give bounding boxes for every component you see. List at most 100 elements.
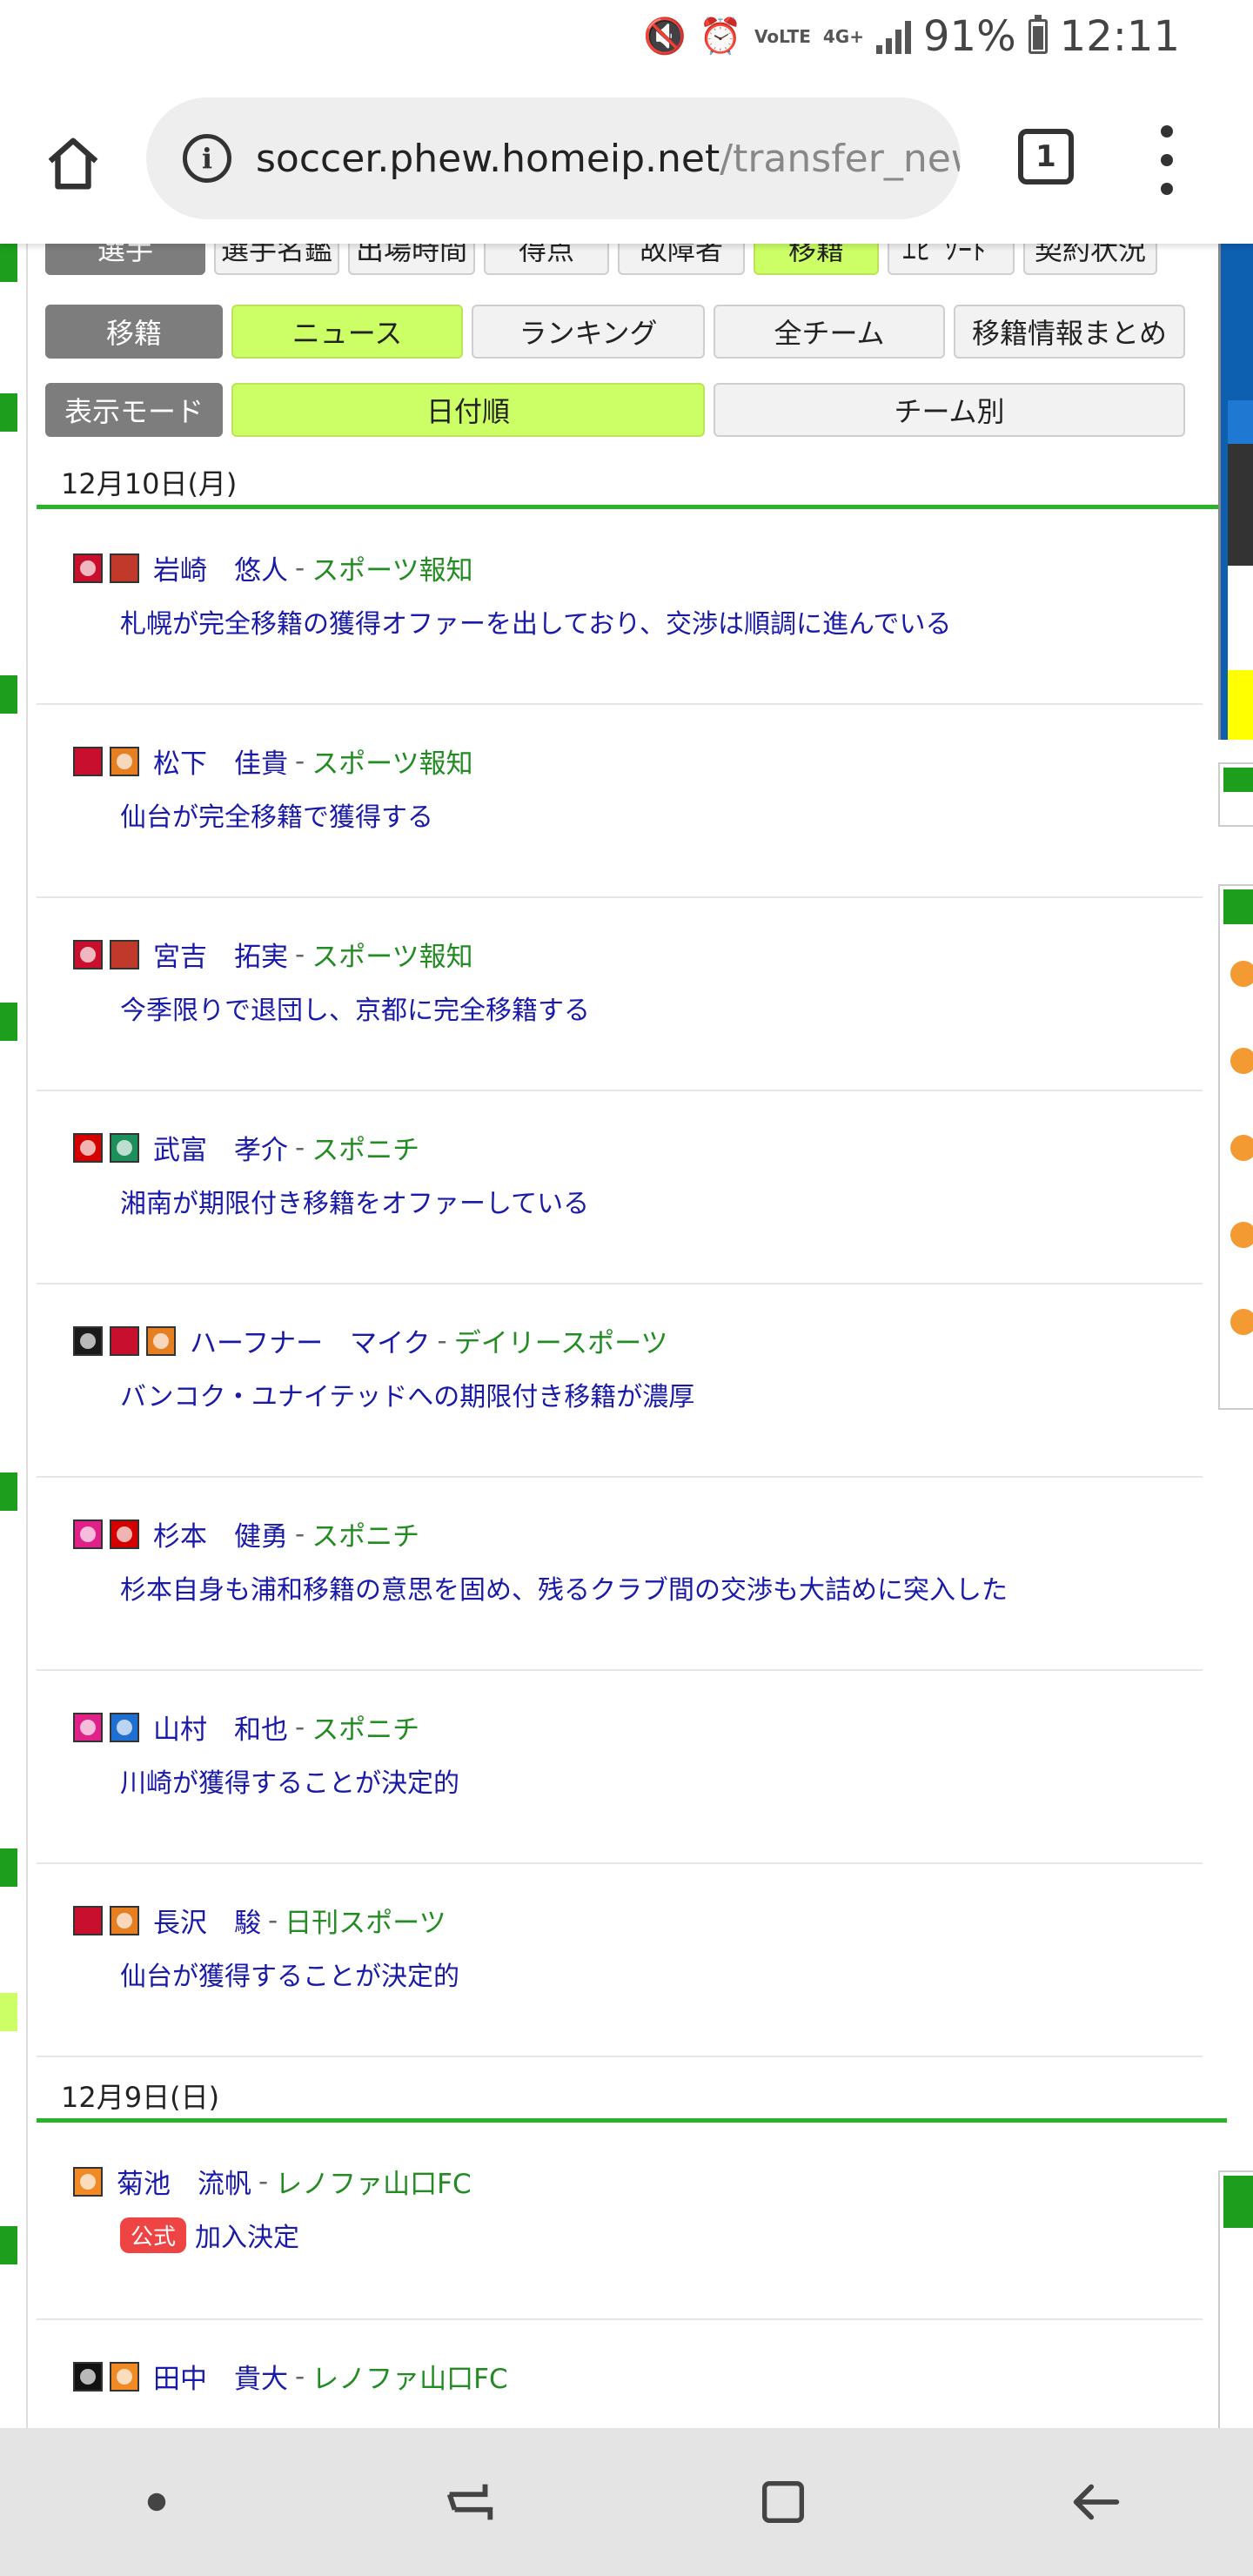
team-icon bbox=[73, 2166, 103, 2197]
nav-all-teams[interactable]: 全チーム bbox=[714, 305, 945, 359]
news-item[interactable]: 宮吉 拓実 - スポーツ報知 今季限りで退団し、京都に完全移籍する bbox=[37, 898, 1203, 1091]
news-summary[interactable]: 湘南が期限付き移籍をオファーしている bbox=[120, 1182, 589, 1220]
team-icon bbox=[73, 1519, 103, 1549]
recent-apps-button[interactable] bbox=[418, 2450, 522, 2554]
nav-ranking[interactable]: ランキング bbox=[472, 305, 705, 359]
alarm-icon: ⏰ bbox=[699, 17, 743, 57]
news-summary[interactable]: 今季限りで退団し、京都に完全移籍する bbox=[120, 989, 590, 1027]
news-item[interactable]: 長沢 駿 - 日刊スポーツ 仙台が獲得することが決定的 bbox=[37, 1864, 1203, 2057]
news-summary[interactable]: バンコク・ユナイテッドへの期限付き移籍が濃厚 bbox=[120, 1375, 694, 1413]
news-source[interactable]: レノファ山口FC bbox=[275, 2162, 471, 2201]
banner-part bbox=[1228, 566, 1253, 670]
news-source[interactable]: スポーツ報知 bbox=[312, 935, 472, 974]
news-item[interactable]: 山村 和也 - スポニチ 川崎が獲得することが決定的 bbox=[37, 1671, 1203, 1864]
box-header bbox=[1223, 889, 1253, 924]
news-summary[interactable]: 杉本自身も浦和移籍の意思を固め、残るクラブ間の交渉も大詰めに突入した bbox=[120, 1568, 1008, 1607]
player-name-link[interactable]: 松下 佳貴 bbox=[153, 741, 288, 781]
news-source[interactable]: 日刊スポーツ bbox=[285, 1901, 446, 1940]
rail-marker bbox=[0, 1993, 17, 2031]
news-item[interactable]: 武富 孝介 - スポニチ 湘南が期限付き移籍をオファーしている bbox=[37, 1091, 1203, 1285]
menu-dot bbox=[1161, 154, 1173, 166]
nav-transfer-summary[interactable]: 移籍情報まとめ bbox=[954, 305, 1185, 359]
nav-dot-button[interactable] bbox=[104, 2450, 209, 2554]
browser-menu-button[interactable] bbox=[1149, 125, 1185, 195]
news-summary[interactable]: 仙台が獲得することが決定的 bbox=[120, 1955, 459, 1993]
player-name-link[interactable]: 武富 孝介 bbox=[153, 1128, 288, 1167]
team-icon bbox=[110, 1905, 139, 1935]
news-summary[interactable]: 公式 加入決定 bbox=[120, 2216, 299, 2254]
separator: - bbox=[295, 1711, 305, 1743]
player-name-link[interactable]: 宮吉 拓実 bbox=[153, 935, 288, 974]
nav-player-directory[interactable]: 選手名鑑 bbox=[214, 244, 339, 275]
player-name-link[interactable]: 長沢 駿 bbox=[153, 1901, 261, 1940]
news-source[interactable]: スポニチ bbox=[312, 1514, 419, 1553]
mode-by-team[interactable]: チーム別 bbox=[714, 383, 1185, 437]
date-header: 12月10日(月) bbox=[37, 466, 1227, 509]
player-name-link[interactable]: 岩崎 悠人 bbox=[153, 548, 288, 587]
news-text: 仙台が完全移籍で獲得する bbox=[120, 802, 433, 833]
mode-by-date[interactable]: 日付順 bbox=[231, 383, 705, 437]
nav-goals[interactable]: 得点 bbox=[484, 244, 609, 275]
news-summary[interactable]: 札幌が完全移籍の獲得オファーを出しており、交渉は順調に進んでいる bbox=[120, 602, 952, 641]
news-source[interactable]: スポニチ bbox=[312, 1128, 419, 1167]
dot-icon bbox=[147, 2492, 166, 2512]
news-source[interactable]: デイリースポーツ bbox=[454, 1321, 668, 1360]
tab-switcher-button[interactable]: 1 bbox=[1018, 129, 1074, 184]
separator: - bbox=[295, 1518, 305, 1550]
home-icon bbox=[48, 138, 98, 190]
nav-row1-label: 選手 bbox=[45, 244, 205, 275]
team-icon bbox=[110, 2361, 139, 2392]
back-button[interactable] bbox=[1044, 2450, 1149, 2554]
news-text: 今季限りで退団し、京都に完全移籍する bbox=[120, 996, 590, 1026]
news-text: 杉本自身も浦和移籍の意思を固め、残るクラブ間の交渉も大詰めに突入した bbox=[120, 1575, 1008, 1606]
url-text: soccer.phew.homeip.net/transfer_new bbox=[256, 137, 961, 181]
news-source[interactable]: スポーツ報知 bbox=[312, 548, 472, 587]
team-icon bbox=[110, 1132, 139, 1163]
nav-transfer[interactable]: 移籍 bbox=[754, 244, 879, 275]
sidebar-banner bbox=[1218, 244, 1253, 740]
signal-icon bbox=[875, 19, 911, 54]
nav-news[interactable]: ニュース bbox=[231, 305, 463, 359]
rail-marker bbox=[0, 1848, 17, 1887]
team-icon bbox=[73, 1905, 103, 1935]
news-source[interactable]: スポーツ報知 bbox=[312, 741, 472, 781]
news-summary[interactable]: 川崎が獲得することが決定的 bbox=[120, 1761, 459, 1800]
news-item[interactable]: 岩崎 悠人 - スポーツ報知 札幌が完全移籍の獲得オファーを出しており、交渉は順… bbox=[37, 512, 1203, 705]
news-source[interactable]: スポニチ bbox=[312, 1707, 419, 1747]
news-summary[interactable]: 仙台が完全移籍で獲得する bbox=[120, 795, 433, 834]
team-icon bbox=[73, 553, 103, 583]
nav-playing-time[interactable]: 出場時間 bbox=[348, 244, 475, 275]
team-icon bbox=[110, 1325, 139, 1356]
nav-injured[interactable]: 故障者 bbox=[618, 244, 745, 275]
home-button[interactable] bbox=[38, 129, 108, 198]
status-bar: 🔇 ⏰ VoLTE 4G+ 91% 12:11 bbox=[0, 0, 1253, 73]
player-name-link[interactable]: 菊池 流帆 bbox=[117, 2162, 251, 2201]
nav-row3-label: 表示モード bbox=[45, 383, 223, 437]
news-item[interactable]: 菊池 流帆 - レノファ山口FC 公式 加入決定 bbox=[37, 2127, 1203, 2320]
team-icon bbox=[110, 1519, 139, 1549]
news-item[interactable]: ハーフナー マイク - デイリースポーツ バンコク・ユナイテッドへの期限付き移籍… bbox=[37, 1285, 1203, 1478]
address-bar[interactable]: i soccer.phew.homeip.net/transfer_new bbox=[146, 97, 961, 219]
news-item[interactable]: 松下 佳貴 - スポーツ報知 仙台が完全移籍で獲得する bbox=[37, 705, 1203, 898]
mute-icon: 🔇 bbox=[643, 17, 687, 57]
nav-contract-status[interactable]: 契約状況 bbox=[1023, 244, 1157, 275]
back-arrow-icon bbox=[1073, 2484, 1120, 2520]
nav-episode[interactable]: ｴﾋﾟｿｰﾄﾞ bbox=[888, 244, 1015, 275]
info-icon[interactable]: i bbox=[183, 134, 231, 183]
news-text: 湘南が期限付き移籍をオファーしている bbox=[120, 1189, 590, 1219]
player-name-link[interactable]: 田中 貴大 bbox=[153, 2357, 288, 2396]
rail-marker bbox=[0, 1472, 17, 1511]
news-item[interactable]: 田中 貴大 - レノファ山口FC bbox=[37, 2320, 1203, 2428]
news-item[interactable]: 杉本 健勇 - スポニチ 杉本自身も浦和移籍の意思を固め、残るクラブ間の交渉も大… bbox=[37, 1478, 1203, 1671]
home-system-button[interactable] bbox=[731, 2450, 835, 2554]
team-icon bbox=[110, 553, 139, 583]
player-name-link[interactable]: 杉本 健勇 bbox=[153, 1514, 288, 1553]
ranking-dot bbox=[1230, 1135, 1253, 1161]
rail-marker bbox=[0, 393, 17, 432]
player-name-link[interactable]: 山村 和也 bbox=[153, 1707, 288, 1747]
team-icon bbox=[110, 939, 139, 969]
news-source[interactable]: レノファ山口FC bbox=[312, 2357, 507, 2396]
separator: - bbox=[295, 552, 305, 584]
player-name-link[interactable]: ハーフナー マイク bbox=[190, 1321, 431, 1360]
right-sidebar-edge bbox=[1218, 244, 1253, 2428]
